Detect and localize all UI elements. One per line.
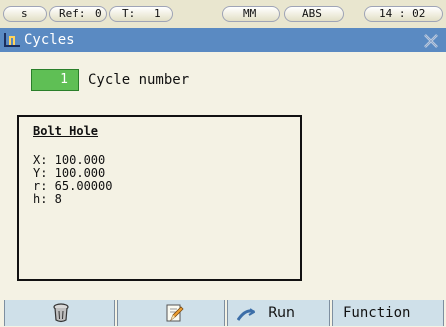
param-h: h: 8 (33, 192, 62, 206)
delete-softkey[interactable] (4, 300, 115, 326)
status-bar: s Ref: 0 T: 1 MM ABS 14 : 02 (0, 0, 446, 28)
panel-title: Bolt Hole (33, 124, 99, 138)
tool-value: 1 (154, 7, 161, 20)
clock-text: 14 : 02 (379, 7, 426, 20)
window-title: Cycles (24, 32, 75, 48)
ref-indicator: Ref: 0 (49, 6, 107, 22)
run-softkey[interactable]: Run (227, 300, 330, 326)
position-mode-text: ABS (302, 7, 322, 20)
cycle-number-label: Cycle number (88, 72, 190, 88)
units-indicator: MM (222, 6, 280, 22)
tool-indicator: T: 1 (109, 6, 173, 22)
function-label: Function (343, 305, 411, 321)
mode-indicator: s (3, 6, 47, 22)
delete-icon (52, 303, 70, 327)
position-mode-indicator: ABS (284, 6, 344, 22)
run-label: Run (268, 305, 295, 321)
cycle-number-field[interactable]: 1 (31, 69, 79, 91)
ref-label: Ref: (59, 7, 86, 20)
function-softkey[interactable]: Function (332, 300, 444, 326)
edit-icon (164, 303, 184, 327)
tool-label: T: (122, 7, 136, 20)
softkey-bar: Run Function (0, 298, 446, 326)
edit-softkey[interactable] (117, 300, 225, 326)
clock: 14 : 02 (364, 6, 443, 22)
cycles-icon (3, 31, 21, 53)
mode-text: s (21, 7, 28, 20)
run-icon (236, 307, 256, 326)
title-bar: Cycles (0, 28, 446, 52)
ref-value: 0 (95, 7, 102, 20)
close-icon[interactable] (423, 33, 439, 52)
cycle-details-panel: Bolt Hole X: 100.000 Y: 100.000 r: 65.00… (17, 115, 302, 281)
units-text: MM (243, 7, 257, 20)
